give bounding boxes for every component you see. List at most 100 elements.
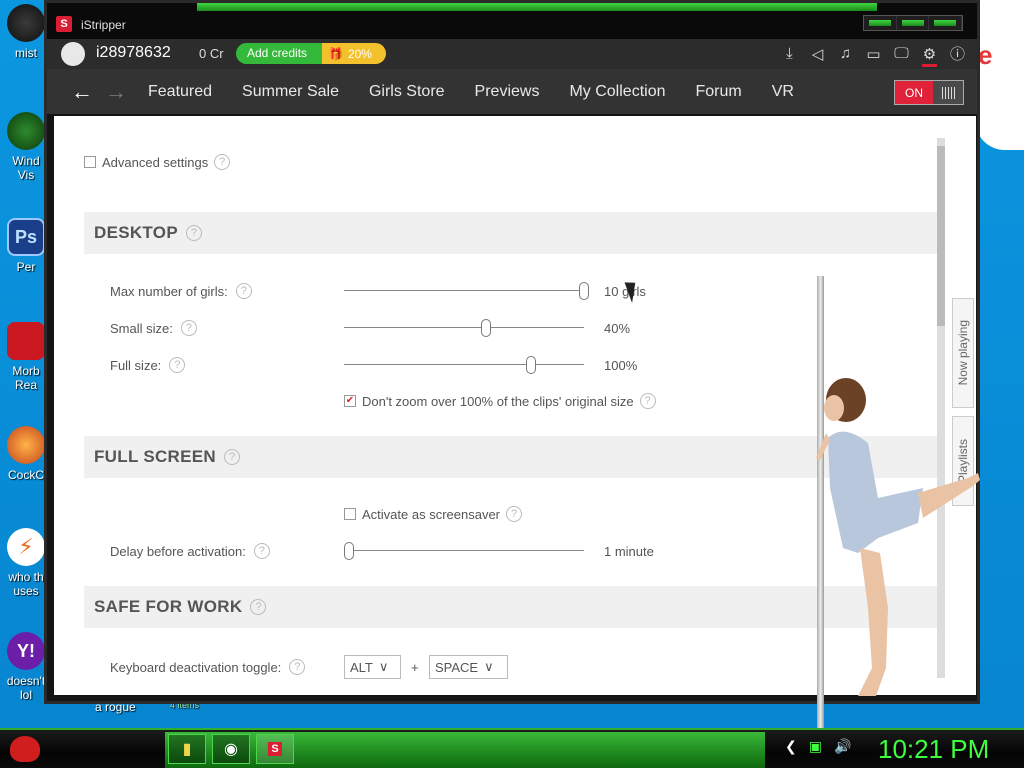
delay-label: Delay before activation: bbox=[110, 543, 246, 559]
help-icon[interactable]: ? bbox=[506, 506, 523, 522]
section-title: FULL SCREEN bbox=[94, 447, 216, 466]
discount-value: 20% bbox=[347, 46, 372, 61]
info-icon[interactable]: ⓘ bbox=[948, 44, 967, 63]
username[interactable]: i28978632 bbox=[96, 44, 171, 62]
toggle-grip-icon bbox=[933, 81, 963, 104]
gear-icon[interactable]: ⚙ bbox=[920, 44, 939, 67]
full-size-label: Full size: bbox=[110, 357, 162, 373]
help-icon[interactable]: ? bbox=[185, 225, 202, 241]
yahoo-icon: Y! bbox=[7, 632, 45, 670]
small-size-label: Small size: bbox=[110, 320, 173, 336]
credits-balance: 0 Cr bbox=[199, 46, 224, 61]
help-icon[interactable]: ? bbox=[289, 659, 306, 675]
add-credits-button[interactable]: Add credits 🎁 20% bbox=[236, 43, 386, 64]
desktop-wallpaper-shape bbox=[975, 0, 1024, 150]
small-size-label-row: Small size: ? bbox=[110, 320, 197, 336]
delay-value: 1 minute bbox=[604, 544, 654, 559]
on-off-toggle[interactable]: ON bbox=[894, 80, 964, 105]
advanced-settings-label: Advanced settings bbox=[102, 154, 209, 170]
nav-links: Featured Summer Sale Girls Store Preview… bbox=[148, 83, 824, 101]
dancer-arm bbox=[816, 433, 830, 460]
screensaver-row: Activate as screensaver ? bbox=[344, 506, 523, 522]
add-credits-label: Add credits bbox=[236, 43, 322, 64]
toggle-on-label: ON bbox=[895, 81, 933, 104]
dancer-face bbox=[824, 395, 844, 421]
maximize-icon bbox=[901, 20, 924, 26]
display-icon[interactable]: ▭ bbox=[864, 44, 883, 63]
slider-track bbox=[344, 290, 584, 291]
nav-link-previews[interactable]: Previews bbox=[475, 83, 540, 101]
angry-bird-icon bbox=[10, 736, 40, 762]
key-dropdown[interactable]: SPACE ∨ bbox=[429, 655, 508, 679]
slider-knob[interactable] bbox=[526, 356, 537, 374]
taskbar: ▮ ◉ S ❮ ▣ 🔊 10:21 PM bbox=[0, 728, 1024, 768]
app-logo-icon: S bbox=[56, 16, 72, 32]
slider-knob[interactable] bbox=[579, 282, 589, 300]
lightning-icon: ⚡ bbox=[7, 528, 45, 566]
help-icon[interactable]: ? bbox=[639, 393, 656, 409]
browser-icon bbox=[7, 426, 45, 464]
nav-link-summer-sale[interactable]: Summer Sale bbox=[242, 83, 339, 101]
forward-arrow-icon[interactable]: → bbox=[105, 79, 127, 105]
screensaver-checkbox[interactable] bbox=[344, 508, 356, 520]
advanced-settings-checkbox[interactable] bbox=[84, 156, 96, 168]
nav-link-forum[interactable]: Forum bbox=[695, 83, 741, 101]
delay-label-row: Delay before activation: ? bbox=[110, 543, 270, 559]
slider-knob[interactable] bbox=[343, 542, 354, 560]
minimize-button[interactable] bbox=[864, 16, 897, 30]
taskbar-chrome-button[interactable]: ◉ bbox=[212, 734, 250, 764]
clock[interactable]: 10:21 PM bbox=[878, 734, 989, 765]
help-icon[interactable]: ? bbox=[253, 543, 270, 559]
slider-track bbox=[344, 327, 584, 328]
monitor-icon[interactable]: 🖵 bbox=[892, 44, 911, 63]
maximize-button[interactable] bbox=[897, 16, 930, 30]
dancer-overlay bbox=[816, 378, 980, 696]
scrollbar-thumb[interactable] bbox=[937, 146, 945, 326]
help-icon[interactable]: ? bbox=[235, 283, 252, 299]
dont-zoom-row: ✔ Don't zoom over 100% of the clips' ori… bbox=[344, 393, 656, 409]
small-size-value: 40% bbox=[604, 321, 631, 336]
dont-zoom-checkbox[interactable]: ✔ bbox=[344, 395, 356, 407]
dancer-dress bbox=[828, 431, 923, 553]
help-icon[interactable]: ? bbox=[224, 449, 240, 465]
taskbar-explorer-button[interactable]: ▮ bbox=[168, 734, 206, 764]
help-icon[interactable]: ? bbox=[214, 154, 231, 170]
max-girls-slider[interactable] bbox=[344, 281, 589, 301]
nav-link-vr[interactable]: VR bbox=[772, 83, 794, 101]
slider-track bbox=[344, 364, 584, 365]
gift-icon: 🎁 bbox=[328, 46, 343, 61]
section-title: SAFE FOR WORK bbox=[94, 597, 243, 616]
start-button[interactable] bbox=[4, 730, 46, 768]
window-controls bbox=[863, 15, 963, 31]
close-icon bbox=[934, 20, 957, 26]
back-arrow-icon[interactable]: ← bbox=[71, 79, 93, 105]
full-size-label-row: Full size: ? bbox=[110, 357, 186, 373]
announcement-icon[interactable]: ◁ bbox=[808, 44, 827, 63]
chevron-down-icon: ∨ bbox=[484, 659, 494, 674]
minimize-icon bbox=[868, 20, 891, 26]
tray-arrow-icon[interactable]: ❮ bbox=[785, 738, 797, 755]
nav-link-featured[interactable]: Featured bbox=[148, 83, 212, 101]
nav-link-girls-store[interactable]: Girls Store bbox=[369, 83, 445, 101]
help-icon[interactable]: ? bbox=[169, 357, 186, 373]
avatar[interactable] bbox=[61, 42, 85, 66]
recycle-icon bbox=[7, 112, 45, 150]
help-icon[interactable]: ? bbox=[180, 320, 197, 336]
download-icon[interactable]: ⤓ bbox=[780, 44, 799, 63]
music-icon[interactable]: ♫ bbox=[836, 44, 855, 63]
toolbar-icons: ⤓ ◁ ♫ ▭ 🖵 ⚙ ⓘ bbox=[780, 44, 967, 67]
nav-link-my-collection[interactable]: My Collection bbox=[569, 83, 665, 101]
small-size-slider[interactable] bbox=[344, 318, 584, 338]
modifier-key-value: ALT bbox=[350, 659, 373, 675]
network-icon[interactable]: ▣ bbox=[809, 738, 822, 755]
full-size-slider[interactable] bbox=[344, 355, 584, 375]
delay-slider[interactable] bbox=[343, 541, 584, 561]
close-button[interactable] bbox=[929, 16, 963, 30]
slider-knob[interactable] bbox=[480, 319, 491, 337]
volume-icon[interactable]: 🔊 bbox=[834, 738, 851, 755]
modifier-key-dropdown[interactable]: ALT ∨ bbox=[344, 655, 401, 679]
taskbar-istripper-button[interactable]: S bbox=[256, 734, 294, 764]
pdf-icon bbox=[7, 322, 45, 360]
help-icon[interactable]: ? bbox=[250, 599, 267, 615]
title-bar[interactable]: S iStripper bbox=[47, 3, 977, 39]
